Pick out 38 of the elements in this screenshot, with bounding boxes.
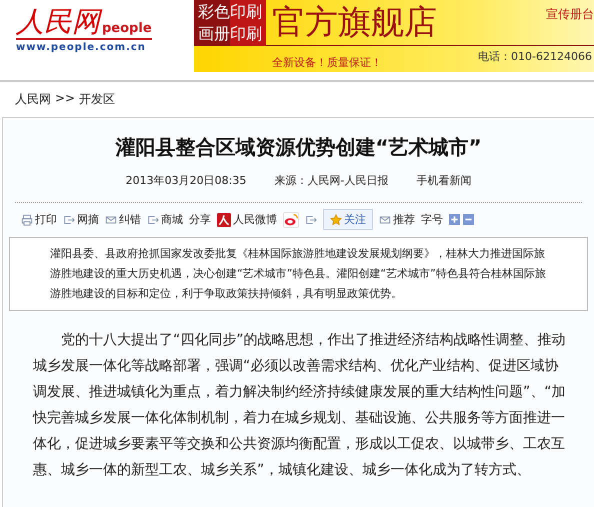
toolbar-link[interactable]: 纠错 <box>105 212 141 227</box>
breadcrumb-link[interactable]: 人民网 <box>15 91 51 108</box>
person-logo-icon <box>217 212 231 226</box>
toolbar-caption: 分享 <box>189 212 211 227</box>
share-icon[interactable] <box>305 214 317 226</box>
share-icon <box>63 214 75 226</box>
mobile-news-link[interactable]: 手机看新闻 <box>416 173 472 188</box>
envelope-icon <box>379 214 391 226</box>
ad-side-text: 宣传册台 <box>546 6 594 23</box>
toolbar-link[interactable]: 人民微博 <box>217 212 277 227</box>
ad-phone: 电话：010-62124066 <box>478 49 592 64</box>
ad-tagline: 画册印刷 <box>198 23 262 45</box>
font-decrease-icon[interactable] <box>463 214 474 225</box>
source-text: 来源：人民网-人民日报 <box>274 173 388 188</box>
toolbar-link[interactable]: 网摘 <box>63 212 99 227</box>
body-paragraph: 党的十八大提出了“四化同步”的战略思想，作出了推进经济结构战略性调整、推动城乡发展一体化等战略部署，强调“必须以改善需求结构、优化产业结构、促进区域协调发展、推进城镇化为重点，着力解决制约经济持续健康发展的重大结构性问题”、“加快完善城乡发展一体化体制机制，着力在城乡规划、基础设施、公共服务等方面推进一体化，促进城乡要素平等交换和公共资源均衡配置，形成以工促农、以城带乡、工农互惠、城乡一体的新型工农、城乡关系”，城镇化建设、城乡一体化成为了转方式、 <box>33 331 567 480</box>
logo-wordmark[interactable]: 人民网 <box>16 6 100 38</box>
toolbar-link[interactable]: 打印 <box>21 212 57 227</box>
ad-slogan: 全新设备！质量保证！ <box>272 55 382 70</box>
envelope-icon <box>105 214 117 226</box>
breadcrumb-separator: >> <box>55 91 76 107</box>
star-icon <box>330 214 342 226</box>
toolbar-link[interactable]: 推荐 <box>379 212 415 227</box>
font-increase-icon[interactable] <box>449 214 460 225</box>
breadcrumb-link[interactable]: 开发区 <box>79 91 116 108</box>
summary-text: 灌阳县委、县政府抢抓国家发改委批复《桂林国际旅游胜地建设发展规划纲要》，桂林大力推进国际旅游胜地建设的重大历史机遇，决心创建“艺术城市”特色县。灌阳创建“艺术城市”特色县符合桂林国际旅游胜地建设的目标和定位，利于争取政策扶持倾斜，具有明显政策优势。 <box>50 246 547 302</box>
follow-button[interactable]: 关注 <box>323 209 373 230</box>
ad-headline: 官方旗舰店 <box>271 1 437 43</box>
article-title: 灌阳县整合区域资源优势创建“艺术城市” <box>114 134 483 161</box>
ad-tagline: 彩色印刷 <box>198 1 262 23</box>
logo-brand[interactable]: people <box>102 20 152 38</box>
toolbar-link[interactable]: 商城 <box>147 212 183 227</box>
weibo-icon[interactable] <box>283 212 299 228</box>
printer-icon <box>21 214 33 226</box>
site-url[interactable]: www.people.com.cn <box>16 42 146 53</box>
publish-date: 2013年03月20日08:35 <box>126 173 246 188</box>
share-icon <box>147 214 159 226</box>
toolbar-caption: 字号 <box>421 212 443 227</box>
